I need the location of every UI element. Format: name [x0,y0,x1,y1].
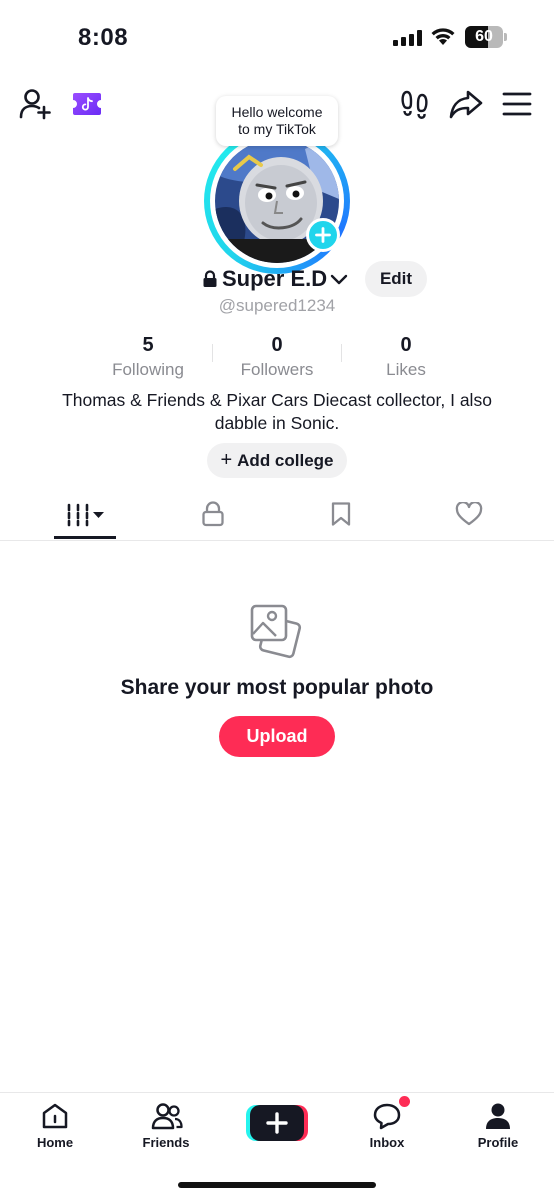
profile-note-bubble[interactable]: Hello welcome to my TikTok [216,96,338,146]
tiktok-now-icon[interactable] [72,92,102,116]
home-indicator [178,1182,376,1188]
nav-home-label: Home [36,1135,74,1150]
nav-friends[interactable]: Friends [111,1093,221,1163]
plus-icon [315,227,331,243]
share-icon[interactable] [449,89,483,119]
following-stat[interactable]: 5 Following [83,333,213,381]
profile-person-icon [486,1103,510,1129]
nav-inbox-label: Inbox [369,1135,405,1150]
add-friend-icon[interactable] [18,88,52,120]
following-label: Following [112,360,184,379]
inbox-message-icon [373,1103,401,1130]
chevron-down-icon [330,274,348,285]
private-lock-icon [203,270,217,287]
create-post-button[interactable] [246,1105,308,1141]
inbox-notification-dot [399,1096,410,1107]
followers-count: 0 [271,334,283,356]
edit-profile-button[interactable]: Edit [365,261,427,297]
battery-percent: 60 [475,28,493,45]
username-handle: @supered1234 [218,296,336,315]
footprints-icon[interactable] [400,89,430,119]
tab-liked[interactable] [405,493,533,541]
upload-button[interactable]: Upload [219,716,335,757]
nav-profile[interactable]: Profile [443,1093,553,1163]
lock-icon [202,501,224,527]
nav-friends-label: Friends [142,1135,190,1150]
likes-stat[interactable]: 0 Likes [341,333,471,381]
plus-icon [266,1112,288,1134]
bubble-line-1: Hello welcome [231,104,323,120]
menu-icon[interactable] [502,91,532,117]
nav-profile-label: Profile [477,1135,519,1150]
home-icon [42,1103,68,1129]
account-name-switcher[interactable]: Super E.D [202,264,348,294]
videos-grid-icon [67,503,104,527]
add-college-label: Add college [237,451,334,470]
add-avatar-button[interactable] [306,218,340,252]
bookmark-icon [331,502,351,526]
profile-bio[interactable]: Thomas & Friends & Pixar Cars Diecast co… [40,389,514,435]
tab-private[interactable] [149,493,277,541]
friends-icon [151,1103,183,1130]
photo-stack-icon [250,604,302,659]
cellular-signal-icon [393,30,422,46]
active-tab-indicator [54,536,116,539]
empty-state-title: Share your most popular photo [120,676,434,699]
tab-videos[interactable] [22,493,150,541]
status-time: 8:08 [78,24,129,51]
battery-indicator: 60 [465,26,507,48]
wifi-icon [431,28,455,45]
nav-home[interactable]: Home [0,1093,110,1163]
tab-saved[interactable] [277,493,405,541]
bubble-line-2: to my TikTok [238,121,316,137]
likes-label: Likes [386,360,426,379]
followers-stat[interactable]: 0 Followers [212,333,342,381]
followers-label: Followers [240,360,314,379]
heart-icon [455,502,483,526]
add-college-button[interactable]: + Add college [207,443,347,478]
nav-inbox[interactable]: Inbox [332,1093,442,1163]
plus-icon: + [220,449,233,471]
following-count: 5 [142,334,154,356]
display-name: Super E.D [222,266,328,291]
likes-count: 0 [400,334,412,356]
profile-avatar-ring[interactable] [204,128,350,274]
profile-content-tabs [0,493,554,541]
status-bar: 8:08 60 [0,0,554,70]
